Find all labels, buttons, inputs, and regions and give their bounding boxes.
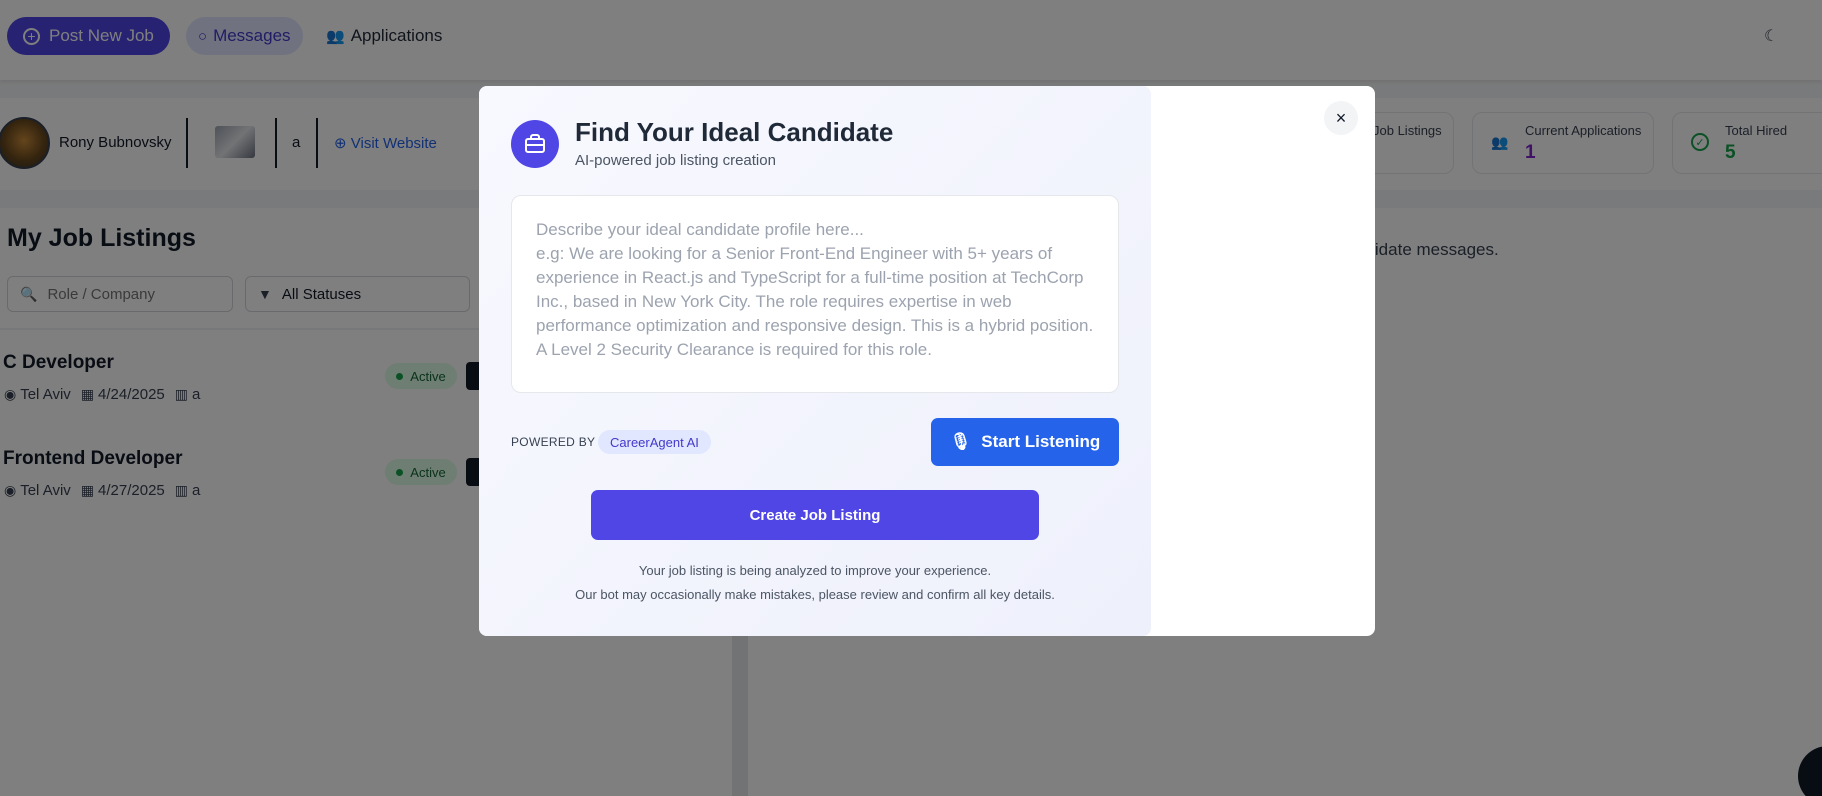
start-listening-button[interactable]: 🎙 Start Listening: [931, 418, 1119, 466]
candidate-description-input[interactable]: [511, 195, 1119, 393]
modal-subtitle: AI-powered job listing creation: [575, 152, 776, 169]
start-listening-label: Start Listening: [981, 432, 1101, 451]
create-job-listing-button[interactable]: Create Job Listing: [591, 490, 1039, 540]
footnote-analysis: Your job listing is being analyzed to im…: [638, 563, 992, 578]
powered-by-label: POWERED BY: [511, 435, 596, 449]
close-button[interactable]: ×: [1324, 101, 1358, 135]
briefcase-icon: [511, 120, 559, 168]
close-icon: ×: [1335, 107, 1347, 128]
ai-badge: CareerAgent AI: [598, 430, 711, 454]
footnote-disclaimer: Our bot may occasionally make mistakes, …: [575, 587, 1055, 602]
modal-title: Find Your Ideal Candidate: [575, 117, 894, 147]
microphone-icon: 🎙: [949, 432, 972, 451]
